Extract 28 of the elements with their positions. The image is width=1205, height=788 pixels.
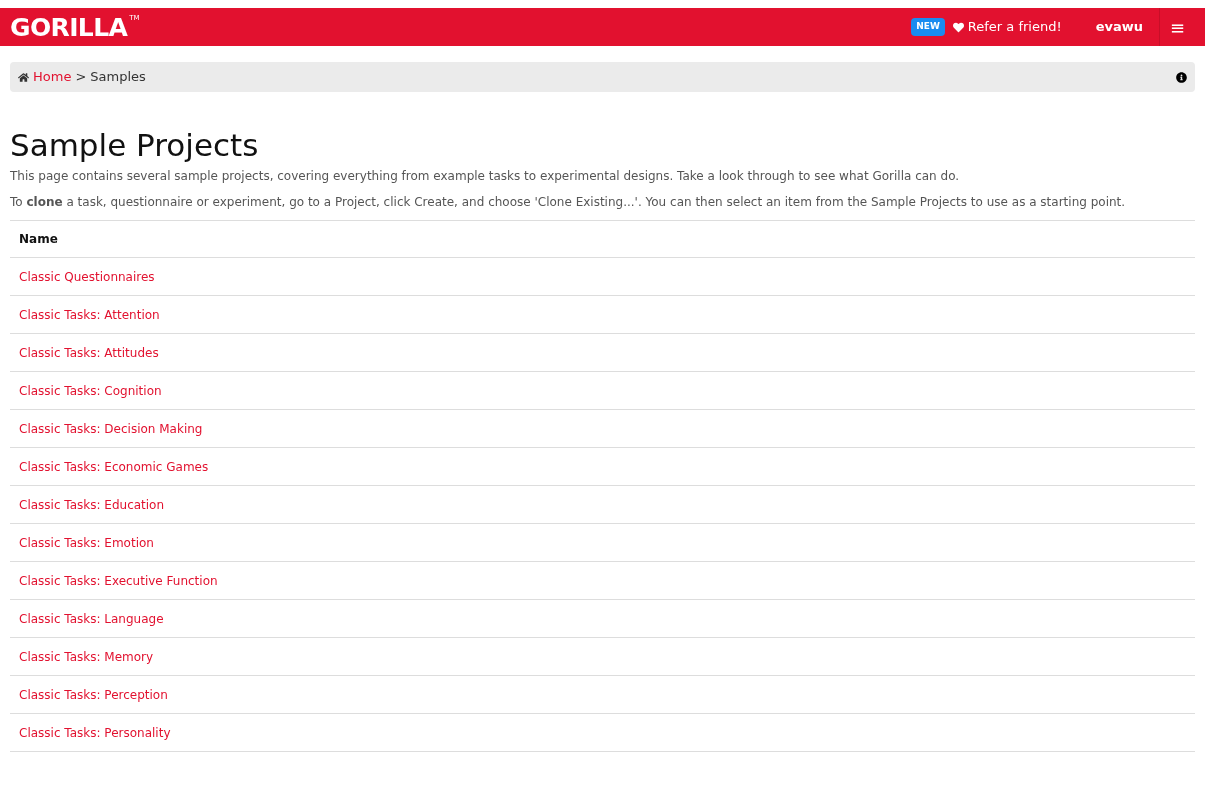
project-link[interactable]: Classic Tasks: Personality <box>19 723 171 742</box>
info-icon[interactable] <box>1176 71 1187 83</box>
heart-icon <box>952 21 964 33</box>
project-link[interactable]: Classic Tasks: Education <box>19 495 165 514</box>
breadcrumb-current: Samples <box>90 68 146 87</box>
intro-paragraph: This page contains several sample projects, covering everything from example tasks to experimental designs. Take a look through to see what Gorilla can do. <box>10 168 961 185</box>
project-link[interactable]: Classic Tasks: Decision Making <box>19 419 203 438</box>
column-header: Name <box>10 221 1195 258</box>
intro-paragraph: To clone a task, questionnaire or experiment, go to a Project, click Create, and choose 'Clone Existing...'. You can then select an item from the Sample Projects to use as a starting point. <box>10 194 1127 211</box>
project-link[interactable]: Classic Questionnaires <box>19 267 155 286</box>
project-link[interactable]: Classic Tasks: Cognition <box>19 381 162 400</box>
home-link[interactable]: Home <box>33 67 72 87</box>
home-icon <box>18 71 29 83</box>
logo[interactable]: GORILLA <box>10 14 128 40</box>
project-link[interactable]: Classic Tasks: Memory <box>19 647 154 666</box>
project-link[interactable]: Classic Tasks: Language <box>19 609 164 628</box>
project-link[interactable]: Classic Tasks: Economic Games <box>19 457 209 476</box>
project-link[interactable]: Classic Tasks: Emotion <box>19 533 154 552</box>
project-link[interactable]: Classic Tasks: Attitudes <box>19 343 159 362</box>
project-link[interactable]: Classic Tasks: Perception <box>19 685 168 704</box>
username[interactable]: evawu <box>1095 17 1143 37</box>
project-link[interactable]: Classic Tasks: Attention <box>19 305 160 324</box>
menu-button[interactable]: ≡ <box>1159 8 1195 46</box>
page-title: Sample Projects <box>10 126 260 164</box>
breadcrumb-separator: > <box>75 68 87 87</box>
refer-friend-link[interactable]: Refer a friend! <box>952 17 1062 37</box>
new-badge: NEW <box>911 18 945 36</box>
project-link[interactable]: Classic Tasks: Executive Function <box>19 571 218 590</box>
